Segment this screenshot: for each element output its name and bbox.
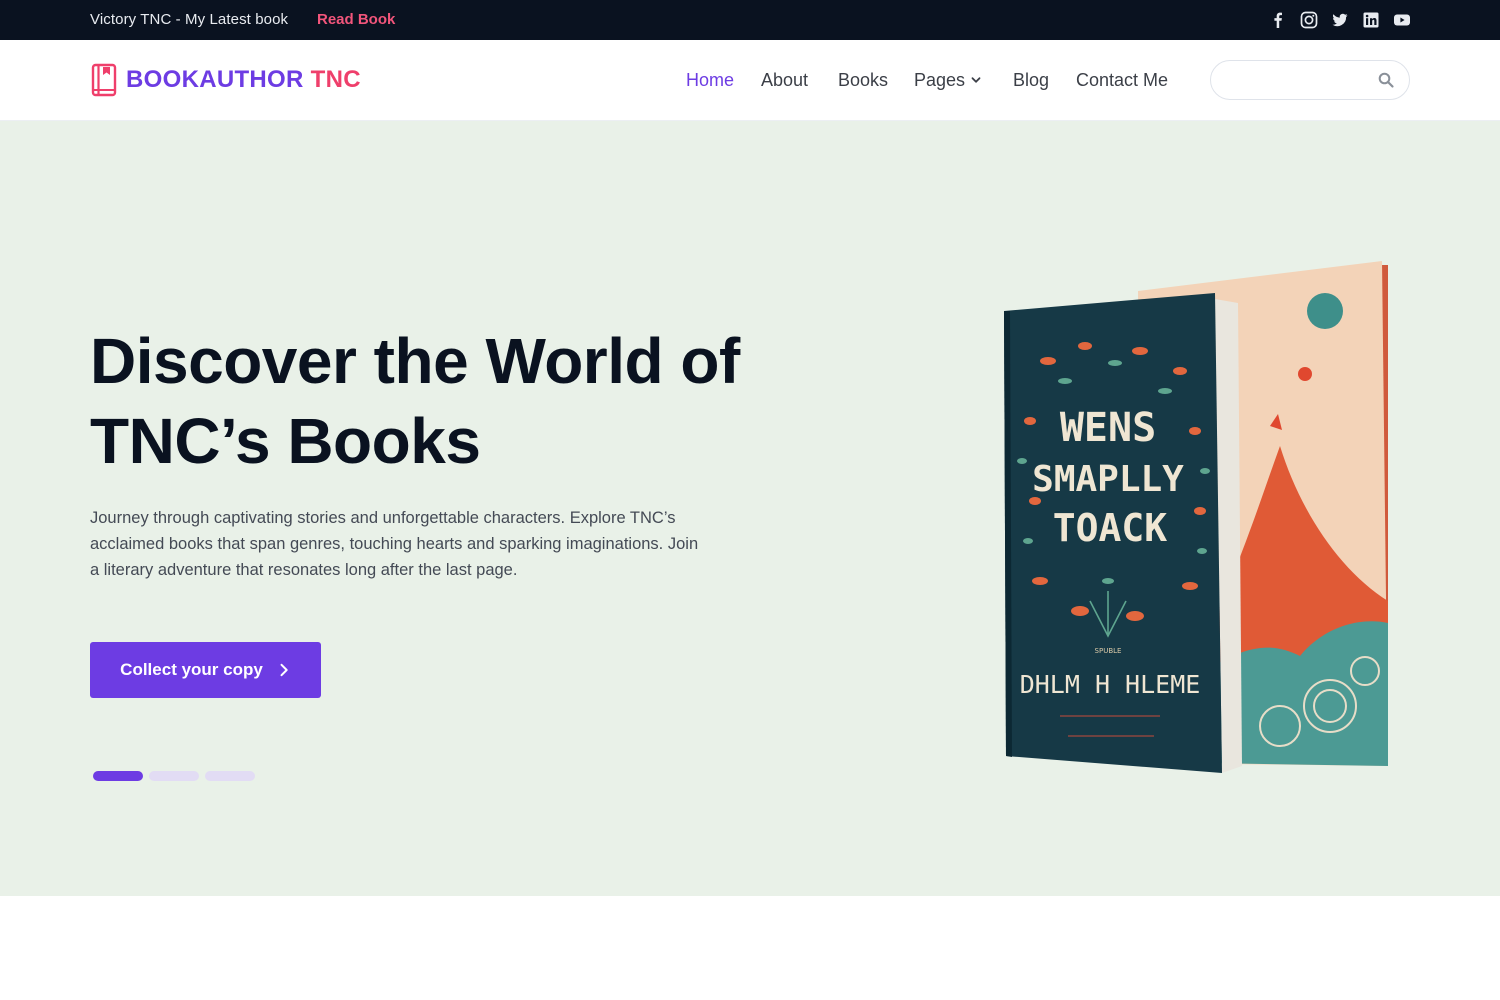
collect-copy-label: Collect your copy	[120, 660, 263, 679]
logo-text-primary: BOOKAUTHOR	[126, 66, 304, 93]
chevron-right-icon	[277, 663, 291, 677]
search-input[interactable]	[1227, 70, 1367, 90]
top-bar: Victory TNC - My Latest book Read Book	[0, 0, 1500, 40]
twitter-icon[interactable]	[1331, 11, 1349, 29]
instagram-icon[interactable]	[1300, 11, 1318, 29]
chevron-down-icon[interactable]	[970, 74, 982, 86]
hero-title-line1: Discover the World of	[90, 325, 740, 397]
hero-title: Discover the World of TNC’s Books	[90, 321, 810, 481]
book-logo-icon	[90, 63, 118, 97]
book-cover-title-line1: WENS	[1060, 405, 1156, 451]
nav-books[interactable]: Books	[838, 68, 888, 92]
hero-description: Journey through captivating stories and …	[90, 509, 699, 579]
facebook-icon[interactable]	[1269, 11, 1287, 29]
search-box	[1210, 60, 1410, 100]
search-icon[interactable]	[1377, 71, 1395, 89]
hero-section: Discover the World of TNC’s Books Journe…	[0, 121, 1500, 896]
nav-blog[interactable]: Blog	[1013, 68, 1049, 92]
nav-home[interactable]: Home	[686, 68, 734, 92]
topbar-announcement: Victory TNC - My Latest book	[90, 11, 289, 28]
site-logo[interactable]: BOOKAUTHOR TNC	[90, 62, 361, 98]
read-book-link[interactable]: Read Book	[317, 11, 395, 28]
collect-copy-button[interactable]: Collect your copy	[90, 642, 321, 698]
linkedin-icon[interactable]	[1362, 11, 1380, 29]
book-cover-title-line3: TOACK	[1053, 506, 1168, 550]
front-book: WENS SMAPLLY TOACK SPUBLE DHLM H HLEME	[1004, 293, 1222, 773]
slider-dot-2[interactable]	[149, 771, 199, 781]
logo-text: BOOKAUTHOR TNC	[126, 66, 361, 94]
book-cover-small-label: SPUBLE	[1095, 647, 1122, 655]
youtube-icon[interactable]	[1393, 11, 1411, 29]
site-header: BOOKAUTHOR TNC Home About Books Pages Bl…	[0, 40, 1500, 121]
hero-title-line2: TNC’s Books	[90, 405, 481, 477]
slider-dot-3[interactable]	[205, 771, 255, 781]
nav-about[interactable]: About	[761, 68, 808, 92]
book-mockup-image: WENS SMAPLLY TOACK SPUBLE DHLM H HLEME	[990, 251, 1400, 781]
slider-dot-1[interactable]	[93, 771, 143, 781]
logo-text-secondary: TNC	[310, 66, 361, 93]
book-cover-title-line2: SMAPLLY	[1032, 459, 1184, 500]
nav-pages[interactable]: Pages	[914, 68, 965, 92]
book-cover-author: DHLM H HLEME	[1020, 670, 1201, 699]
nav-contact[interactable]: Contact Me	[1076, 68, 1168, 92]
